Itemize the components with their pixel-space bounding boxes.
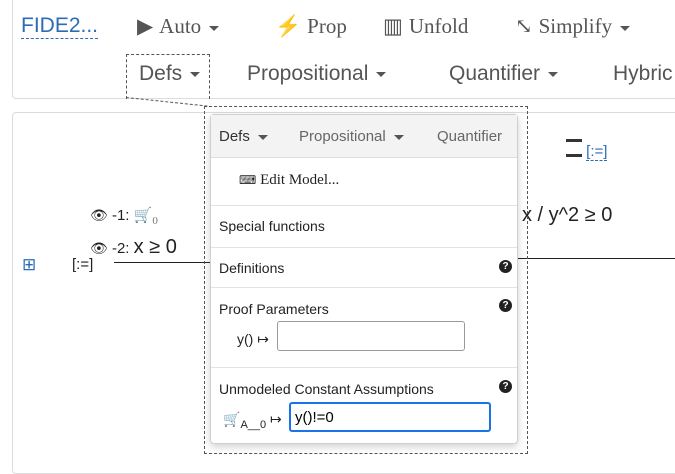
help-icon[interactable]: ?: [499, 380, 512, 393]
keyboard-icon: ⌨: [239, 173, 257, 187]
step-label[interactable]: [:=]: [72, 256, 93, 273]
param-input[interactable]: [277, 321, 465, 351]
divider: [211, 247, 517, 248]
divider: [211, 205, 517, 206]
antecedent-1: 👁 -1: 🛒0: [90, 206, 158, 227]
cart-icon: 🛒: [133, 207, 153, 224]
tactic-label: [:=]: [586, 143, 608, 161]
edit-model-label: Edit Model...: [260, 172, 340, 188]
prop-button[interactable]: ⚡ Prop: [275, 14, 347, 39]
map-icon: ▥: [383, 14, 403, 38]
play-icon: ▶: [137, 14, 154, 38]
chevron-down-icon: [368, 62, 386, 85]
menu-hybrid[interactable]: Hybric: [613, 62, 673, 86]
special-functions-heading: Special functions: [219, 218, 325, 234]
definitions-heading[interactable]: Definitions: [219, 260, 284, 276]
menu-propositional-label: Propositional: [247, 62, 369, 85]
chevron-down-icon: [250, 128, 268, 145]
assumption-label: 🛒A__0 ↦: [223, 411, 282, 431]
defs-dropdown: Defs Propositional Quantifier ⌨ Edit Mod…: [210, 114, 518, 444]
unfold-label: Unfold: [408, 14, 469, 38]
cart-icon: 🛒: [223, 411, 241, 427]
compress-icon: ⤡: [515, 14, 533, 38]
antecedent-2[interactable]: 👁 -2: x ≥ 0: [90, 236, 177, 259]
expand-icon[interactable]: ⊞: [22, 255, 36, 275]
chevron-down-icon: [612, 14, 630, 38]
model-title[interactable]: FIDE2...: [21, 14, 99, 39]
auto-button[interactable]: ▶ Auto: [137, 14, 219, 39]
dd-tab-propositional[interactable]: Propositional: [299, 128, 404, 145]
edit-model-item[interactable]: ⌨ Edit Model...: [239, 172, 339, 189]
magic-wand-icon: ⚡: [275, 14, 302, 38]
eye-icon[interactable]: 👁: [90, 240, 108, 257]
tactic-button[interactable]: [:=]: [566, 138, 608, 161]
list-icon: [566, 139, 582, 157]
menu-propositional[interactable]: Propositional: [247, 62, 386, 86]
help-icon[interactable]: ?: [499, 260, 512, 273]
chevron-down-icon: [201, 14, 219, 38]
simplify-label: Simplify: [538, 14, 613, 38]
dd-tab-defs-label: Defs: [219, 128, 250, 145]
toolbar-panel: FIDE2... ▶ Auto ⚡ Prop ▥ Unfold ⤡ Simplify D…: [12, 0, 675, 99]
ante1-label: -1:: [111, 207, 130, 224]
ante2-label: -2:: [111, 240, 130, 257]
param-label: y() ↦: [237, 331, 269, 347]
prop-label: Prop: [307, 14, 347, 38]
eye-icon[interactable]: 👁: [90, 207, 108, 224]
succedent-formula[interactable]: x / y^2 ≥ 0: [522, 204, 612, 227]
menu-quantifier[interactable]: Quantifier: [449, 62, 558, 86]
auto-label: Auto: [159, 14, 202, 38]
ante2-formula: x ≥ 0: [133, 236, 177, 258]
dd-tab-quantifier[interactable]: Quantifier: [437, 128, 502, 145]
dd-tab-defs[interactable]: Defs: [219, 128, 268, 145]
divider: [211, 367, 517, 368]
menu-quantifier-label: Quantifier: [449, 62, 541, 85]
divider: [211, 287, 517, 288]
dropdown-tabs: Defs Propositional Quantifier: [211, 115, 517, 158]
assumption-input[interactable]: [289, 402, 491, 432]
dd-tab-propositional-label: Propositional: [299, 128, 386, 145]
ante1-sub: 0: [152, 215, 158, 227]
guide-box: [126, 54, 210, 99]
turnstile-line-left: [114, 262, 210, 263]
proof-parameters-heading: Proof Parameters: [219, 301, 329, 317]
simplify-button[interactable]: ⤡ Simplify: [515, 14, 630, 39]
maps-to-arrow: ↦: [270, 411, 282, 427]
assumption-sub: A__0: [240, 418, 267, 431]
unfold-button[interactable]: ▥ Unfold: [383, 14, 468, 39]
chevron-down-icon: [540, 62, 558, 85]
chevron-down-icon: [386, 128, 404, 145]
turnstile-line-right: [516, 258, 675, 259]
help-icon[interactable]: ?: [499, 299, 512, 312]
unmodeled-heading: Unmodeled Constant Assumptions: [219, 381, 434, 397]
